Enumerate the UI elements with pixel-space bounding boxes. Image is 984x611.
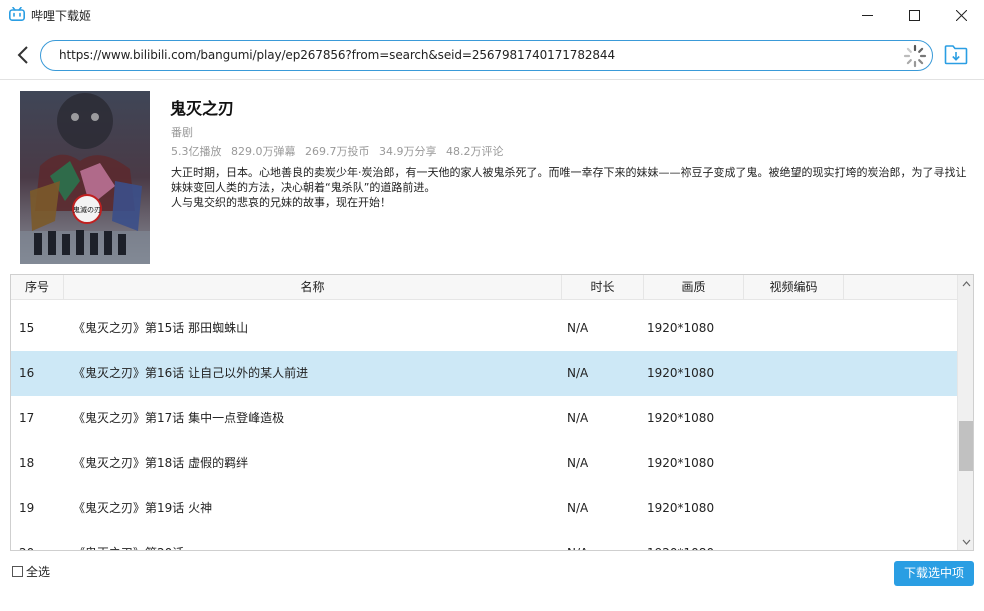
- select-all-checkbox[interactable]: 全选: [12, 563, 50, 580]
- minimize-button[interactable]: [844, 0, 890, 30]
- row-index: 16: [19, 366, 35, 380]
- stat-coins: 269.7万投币: [305, 145, 370, 158]
- row-index: 15: [19, 321, 35, 335]
- row-quality: 1920*1080: [647, 456, 715, 470]
- header-codec[interactable]: 视频编码: [744, 275, 844, 300]
- select-all-label: 全选: [26, 565, 51, 579]
- stat-comments: 48.2万评论: [446, 145, 504, 158]
- table-row[interactable]: 17 《鬼灭之刃》第17话 集中一点登峰造极 N/A 1920*1080: [11, 396, 957, 441]
- poster-image: 鬼滅の刃: [20, 91, 150, 264]
- scroll-down-button[interactable]: [958, 533, 973, 550]
- header-quality[interactable]: 画质: [644, 275, 744, 300]
- table-row[interactable]: 15 《鬼灭之刃》第15话 那田蜘蛛山 N/A 1920*1080: [11, 306, 957, 351]
- description-paragraph: 人与鬼交织的悲哀的兄妹的故事，现在开始！: [171, 196, 391, 209]
- url-text: https://www.bilibili.com/bangumi/play/ep…: [59, 48, 615, 62]
- header-index[interactable]: 序号: [11, 275, 64, 300]
- checkbox-box[interactable]: [12, 566, 23, 577]
- row-index: 18: [19, 456, 35, 470]
- description-paragraph: 大正时期，日本。心地善良的卖炭少年·炭治郎，有一天他的家人被鬼杀死了。而唯一幸存…: [171, 166, 967, 194]
- row-name: 《鬼灭之刃》第16话 让自己以外的某人前进: [73, 366, 309, 380]
- row-duration: N/A: [567, 456, 589, 470]
- table-row[interactable]: 16 《鬼灭之刃》第16话 让自己以外的某人前进 N/A 1920*1080: [11, 351, 957, 396]
- stats-line: 5.3亿播放 829.0万弹幕 269.7万投币 34.9万分享 48.2万评论: [171, 143, 510, 159]
- row-quality: 1920*1080: [647, 501, 715, 515]
- app-title: 哔哩下载姬: [31, 9, 92, 23]
- back-button[interactable]: [12, 43, 34, 67]
- header-name[interactable]: 名称: [64, 275, 562, 300]
- row-duration: N/A: [567, 501, 589, 515]
- table-body: 15 《鬼灭之刃》第15话 那田蜘蛛山 N/A 1920*1080 16 《鬼灭之刃》第1…: [11, 301, 957, 550]
- stat-plays: 5.3亿播放: [171, 145, 222, 158]
- row-name: 《鬼灭之刃》第18话 虚假的羁绊: [73, 456, 249, 470]
- description: 大正时期，日本。心地善良的卖炭少年·炭治郎，有一天他的家人被鬼杀死了。而唯一幸存…: [171, 165, 971, 210]
- row-quality: 1920*1080: [647, 366, 715, 380]
- row-duration: N/A: [567, 531, 588, 550]
- row-name: 《鬼灭之刃》第15话 那田蜘蛛山: [73, 321, 249, 335]
- vertical-scrollbar[interactable]: [957, 275, 973, 550]
- row-name: 《鬼灭之刃》第19话 火神: [73, 501, 213, 515]
- table-row[interactable]: 19 《鬼灭之刃》第19话 火神 N/A 1920*1080: [11, 486, 957, 531]
- download-folder-icon[interactable]: [944, 43, 968, 65]
- row-index: 17: [19, 411, 35, 425]
- poster-artwork: 鬼滅の刃: [20, 91, 150, 264]
- download-selected-button[interactable]: 下载选中项: [894, 561, 974, 586]
- row-duration: N/A: [567, 411, 589, 425]
- table-row[interactable]: 20 《鬼灭之刃》第20话 ...... N/A 1920*1080: [11, 531, 957, 550]
- row-index: 20: [19, 531, 34, 550]
- close-icon: [955, 9, 967, 21]
- close-button[interactable]: [938, 0, 984, 30]
- row-name: 《鬼灭之刃》第20话 ......: [73, 531, 211, 550]
- chevron-left-icon: [17, 46, 28, 64]
- stat-danmaku: 829.0万弹幕: [231, 145, 296, 158]
- url-input[interactable]: https://www.bilibili.com/bangumi/play/ep…: [40, 40, 933, 71]
- bilibili-tv-icon: [9, 7, 25, 21]
- table-row[interactable]: 18 《鬼灭之刃》第18话 虚假的羁绊 N/A 1920*1080: [11, 441, 957, 486]
- maximize-button[interactable]: [891, 0, 937, 30]
- scroll-thumb[interactable]: [959, 421, 973, 471]
- address-bar: https://www.bilibili.com/bangumi/play/ep…: [0, 30, 984, 80]
- loading-spinner-icon: [903, 44, 927, 68]
- row-quality: 1920*1080: [647, 531, 714, 550]
- episode-table: 序号 名称 时长 画质 视频编码 15 《鬼灭之刃》第15话 那田蜘蛛山 N/A 19…: [10, 274, 974, 551]
- row-quality: 1920*1080: [647, 321, 715, 335]
- stat-shares: 34.9万分享: [379, 145, 437, 158]
- title-bar: 哔哩下载姬: [0, 0, 984, 30]
- row-index: 19: [19, 501, 35, 515]
- row-duration: N/A: [567, 321, 589, 335]
- row-duration: N/A: [567, 366, 589, 380]
- page-title: 鬼灭之刃: [170, 99, 235, 118]
- header-duration[interactable]: 时长: [562, 275, 644, 300]
- row-quality: 1920*1080: [647, 411, 715, 425]
- maximize-icon: [908, 9, 920, 21]
- poster-title-text: 鬼滅の刃: [73, 205, 101, 214]
- minimize-icon: [861, 14, 873, 16]
- row-name: 《鬼灭之刃》第17话 集中一点登峰造极: [73, 411, 285, 425]
- chevron-down-icon: [962, 539, 971, 545]
- category-label: 番剧: [171, 126, 193, 139]
- chevron-up-icon: [962, 280, 971, 286]
- table-header: 序号 名称 时长 画质 视频编码: [11, 275, 957, 300]
- scroll-up-button[interactable]: [958, 275, 973, 292]
